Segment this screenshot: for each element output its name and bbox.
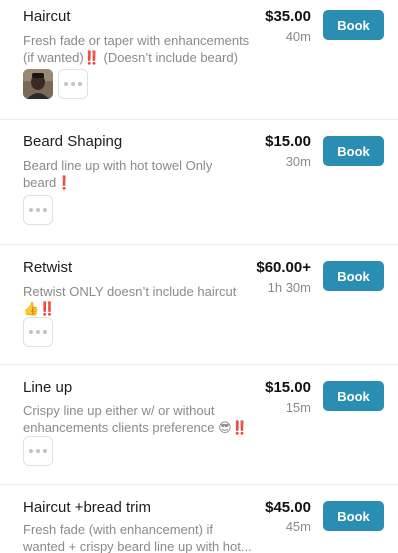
service-media-row xyxy=(23,317,53,347)
service-item-beard-shaping: Beard Shaping Beard line up with hot tow… xyxy=(0,120,398,245)
service-price: $15.00 xyxy=(265,133,311,150)
ellipsis-icon xyxy=(29,449,47,453)
more-options-button[interactable] xyxy=(23,195,53,225)
portrait-photo-icon xyxy=(23,69,53,99)
service-name: Retwist xyxy=(23,259,73,276)
service-description: Beard line up with hot towel Only beard❗ xyxy=(23,158,213,190)
service-photo-thumbnail[interactable] xyxy=(23,69,53,99)
service-name: Beard Shaping xyxy=(23,133,123,150)
service-description: Retwist ONLY doesn’t include haircut 👍‼️ xyxy=(23,284,237,316)
service-name: Haircut +bread trim xyxy=(23,499,151,516)
service-name: Haircut xyxy=(23,8,71,25)
book-button[interactable]: Book xyxy=(323,501,384,531)
service-media-row xyxy=(23,69,88,99)
service-media-row xyxy=(23,195,53,225)
service-item-haircut: Haircut Fresh fade or taper with enhance… xyxy=(0,0,398,120)
service-price: $60.00+ xyxy=(256,259,311,276)
service-description: Fresh fade (with enhancement) if wanted … xyxy=(23,522,252,553)
book-button[interactable]: Book xyxy=(323,261,384,291)
service-item-line-up: Line up Crispy line up either w/ or with… xyxy=(0,365,398,485)
service-item-haircut-beard-trim: Haircut +bread trim Fresh fade (with enh… xyxy=(0,485,398,553)
more-options-button[interactable] xyxy=(23,436,53,466)
service-name: Line up xyxy=(23,379,73,396)
service-duration: 45m xyxy=(285,519,311,534)
service-media-row xyxy=(23,436,53,466)
more-options-button[interactable] xyxy=(58,69,88,99)
ellipsis-icon xyxy=(64,82,82,86)
service-duration: 1h 30m xyxy=(267,280,311,295)
service-duration: 15m xyxy=(285,400,311,415)
service-list: Haircut Fresh fade or taper with enhance… xyxy=(0,0,398,553)
service-duration: 30m xyxy=(285,154,311,169)
service-price: $15.00 xyxy=(265,379,311,396)
service-item-retwist: Retwist Retwist ONLY doesn’t include hai… xyxy=(0,245,398,365)
ellipsis-icon xyxy=(29,330,47,334)
service-price: $35.00 xyxy=(265,8,311,25)
service-description: Crispy line up either w/ or without enha… xyxy=(23,403,248,435)
book-button[interactable]: Book xyxy=(323,136,384,166)
ellipsis-icon xyxy=(29,208,47,212)
service-duration: 40m xyxy=(285,29,311,44)
service-price: $45.00 xyxy=(265,499,311,516)
book-button[interactable]: Book xyxy=(323,10,384,40)
book-button[interactable]: Book xyxy=(323,381,384,411)
service-description: Fresh fade or taper with enhancements (i… xyxy=(23,33,250,65)
more-options-button[interactable] xyxy=(23,317,53,347)
